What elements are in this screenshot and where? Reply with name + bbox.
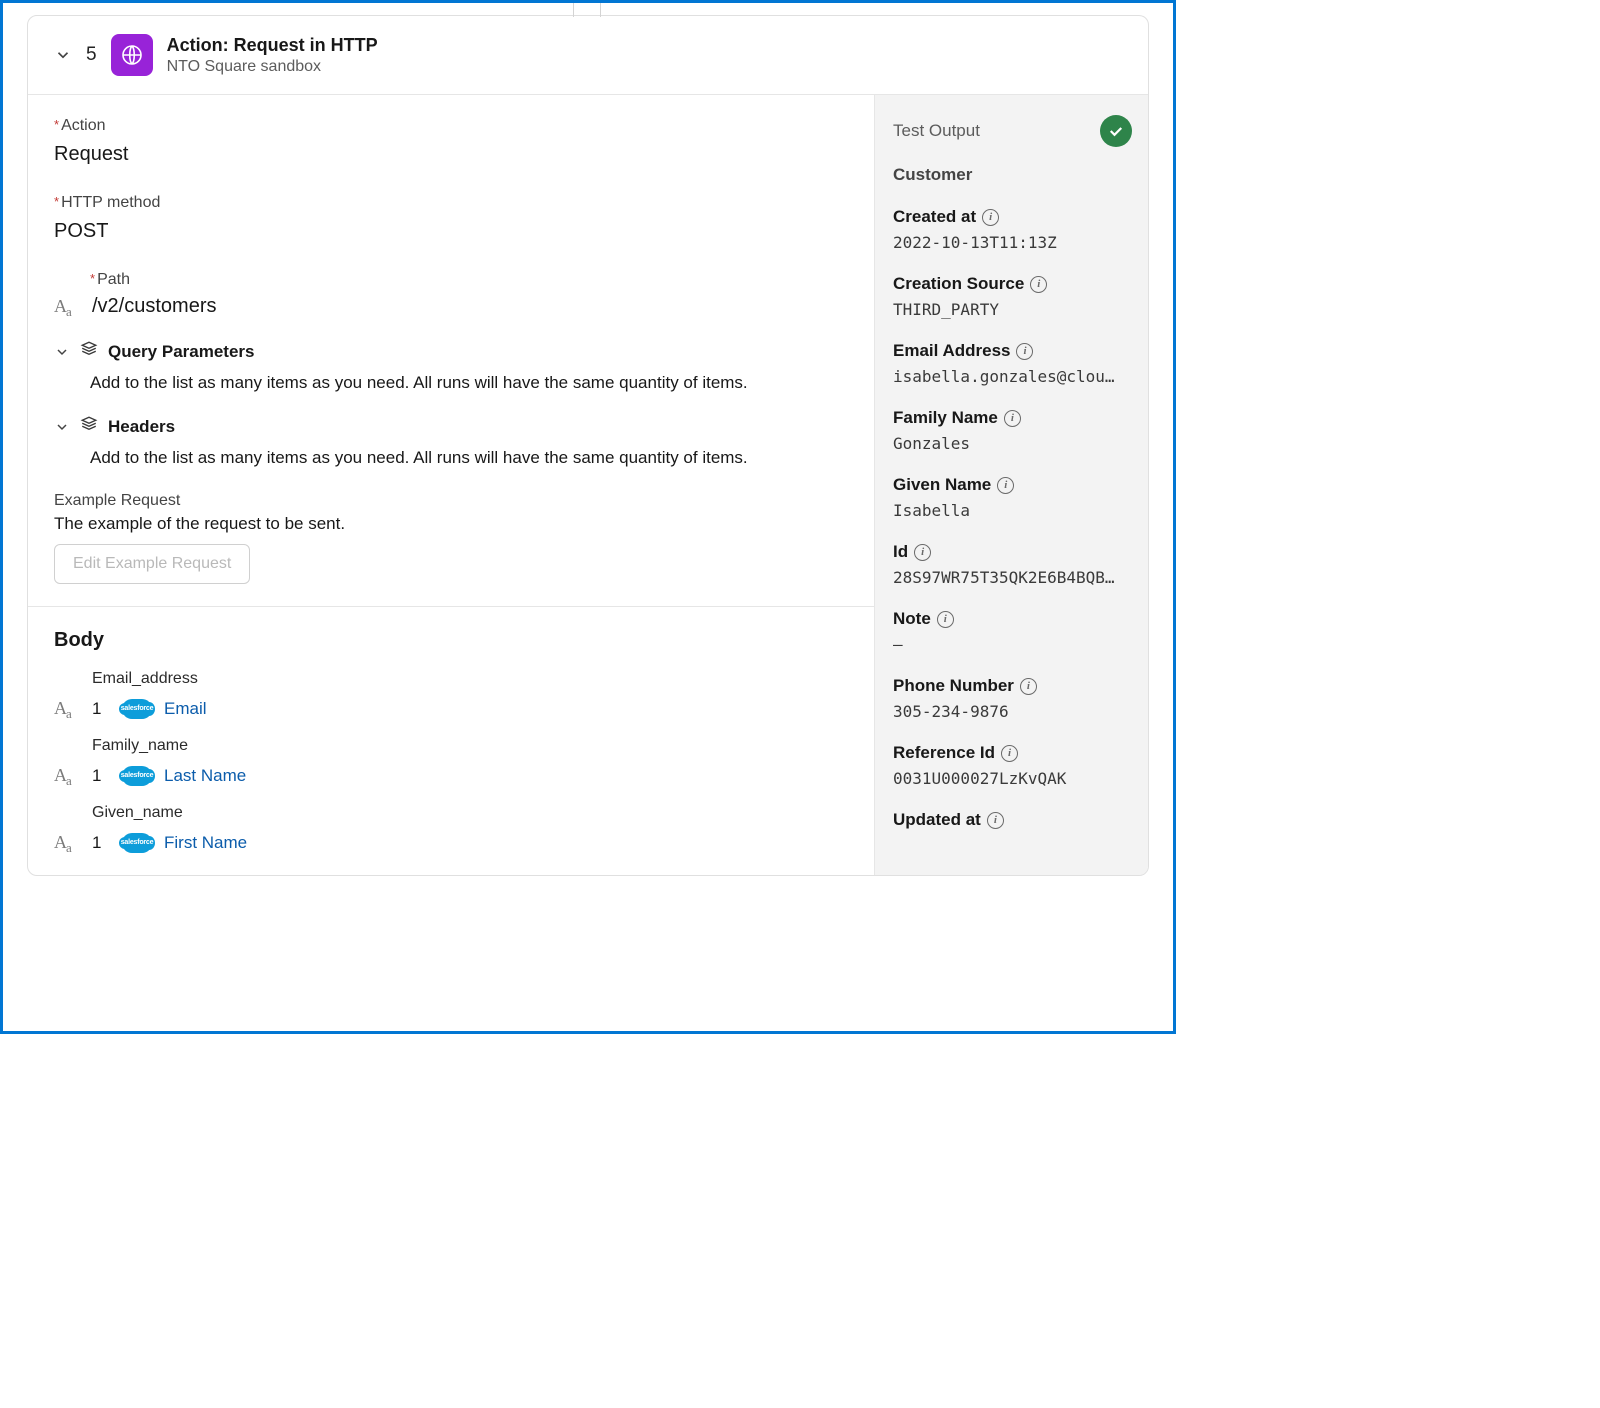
action-subtitle: NTO Square sandbox <box>167 58 378 76</box>
output-field-label: Email Addressi <box>893 341 1132 361</box>
info-icon[interactable]: i <box>937 611 954 628</box>
info-icon[interactable]: i <box>1030 276 1047 293</box>
output-field-label: Family Namei <box>893 408 1132 428</box>
info-icon[interactable]: i <box>1004 410 1021 427</box>
body-field-label: Email_address <box>92 670 848 688</box>
text-type-icon <box>54 698 80 719</box>
action-label: *Action <box>54 117 848 135</box>
output-section-title: Customer <box>893 165 1132 185</box>
body-section-title: Body <box>54 629 848 652</box>
salesforce-icon: salesforce <box>122 833 152 853</box>
action-title: Action: Request in HTTP <box>167 35 378 56</box>
body-field-pill: Last Name <box>164 766 246 786</box>
method-label: *HTTP method <box>54 194 848 212</box>
info-icon[interactable]: i <box>1001 745 1018 762</box>
info-icon[interactable]: i <box>987 812 1004 829</box>
layers-icon <box>80 415 98 438</box>
output-field-value: 28S97WR75T35QK2E6B4BQB… <box>893 568 1131 587</box>
output-field: Creation Sourcei THIRD_PARTY <box>893 274 1132 319</box>
output-field: Email Addressi isabella.gonzales@clou… <box>893 341 1132 386</box>
info-icon[interactable]: i <box>1020 678 1037 695</box>
info-icon[interactable]: i <box>914 544 931 561</box>
chevron-down-icon <box>54 344 70 360</box>
body-field-pill: First Name <box>164 833 247 853</box>
text-type-icon <box>54 765 80 786</box>
output-field-value: isabella.gonzales@clou… <box>893 367 1131 386</box>
test-output-title: Test Output <box>893 121 980 141</box>
info-icon[interactable]: i <box>997 477 1014 494</box>
method-value: POST <box>54 220 848 243</box>
info-icon[interactable]: i <box>982 209 999 226</box>
body-field-pill: Email <box>164 699 207 719</box>
connector-stub <box>573 3 601 17</box>
example-request-desc: The example of the request to be sent. <box>54 514 848 534</box>
output-field-value: THIRD_PARTY <box>893 300 1131 319</box>
body-field-row[interactable]: 1 salesforce Last Name <box>54 765 848 786</box>
salesforce-icon: salesforce <box>122 699 152 719</box>
action-card-header[interactable]: 5 Action: Request in HTTP NTO Square san… <box>28 16 1148 95</box>
headers-desc: Add to the list as many items as you nee… <box>90 448 848 468</box>
text-type-icon <box>54 832 80 853</box>
output-field-label: Creation Sourcei <box>893 274 1132 294</box>
query-parameters-accordion[interactable]: Query Parameters <box>54 340 848 363</box>
body-field-label: Family_name <box>92 737 848 755</box>
output-field: Phone Numberi 305-234-9876 <box>893 676 1132 721</box>
example-request-label: Example Request <box>54 492 848 510</box>
output-field-label: Created ati <box>893 207 1132 227</box>
test-output-panel: Test Output Customer Created ati 2022-10-… <box>874 95 1148 875</box>
output-field: Created ati 2022-10-13T11:13Z <box>893 207 1132 252</box>
salesforce-icon: salesforce <box>122 766 152 786</box>
output-field-value: 305-234-9876 <box>893 702 1131 721</box>
path-value: /v2/customers <box>92 295 216 318</box>
output-field-value: – <box>893 635 1131 654</box>
action-value: Request <box>54 143 848 166</box>
body-field-row[interactable]: 1 salesforce Email <box>54 698 848 719</box>
output-field-label: Updated ati <box>893 810 1132 830</box>
output-field-label: Reference Idi <box>893 743 1132 763</box>
output-field-label: Idi <box>893 542 1132 562</box>
output-field: Given Namei Isabella <box>893 475 1132 520</box>
output-field: Reference Idi 0031U000027LzKvQAK <box>893 743 1132 788</box>
chevron-down-icon[interactable] <box>54 46 72 64</box>
output-field-value: 2022-10-13T11:13Z <box>893 233 1131 252</box>
body-field-row[interactable]: 1 salesforce First Name <box>54 832 848 853</box>
body-field-label: Given_name <box>92 804 848 822</box>
query-parameters-desc: Add to the list as many items as you nee… <box>90 373 848 393</box>
globe-icon <box>111 34 153 76</box>
output-field-label: Given Namei <box>893 475 1132 495</box>
path-label: *Path <box>90 271 848 289</box>
layers-icon <box>80 340 98 363</box>
output-field-value: Gonzales <box>893 434 1131 453</box>
success-check-icon <box>1100 115 1132 147</box>
output-field: Idi 28S97WR75T35QK2E6B4BQB… <box>893 542 1132 587</box>
output-field: Updated ati <box>893 810 1132 830</box>
action-card: 5 Action: Request in HTTP NTO Square san… <box>27 15 1149 876</box>
output-field-label: Phone Numberi <box>893 676 1132 696</box>
text-type-icon <box>54 296 80 317</box>
chevron-down-icon <box>54 419 70 435</box>
headers-accordion[interactable]: Headers <box>54 415 848 438</box>
output-field-value: Isabella <box>893 501 1131 520</box>
output-field: Family Namei Gonzales <box>893 408 1132 453</box>
edit-example-request-button[interactable]: Edit Example Request <box>54 544 250 584</box>
info-icon[interactable]: i <box>1016 343 1033 360</box>
output-field: Notei – <box>893 609 1132 654</box>
output-field-value: 0031U000027LzKvQAK <box>893 769 1131 788</box>
output-field-label: Notei <box>893 609 1132 629</box>
step-number: 5 <box>86 44 97 66</box>
